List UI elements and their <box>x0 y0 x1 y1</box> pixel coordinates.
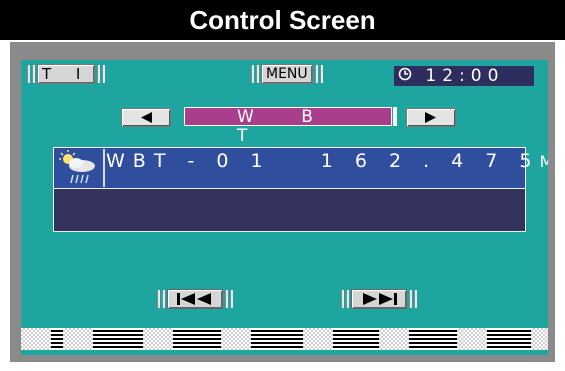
stripe-block <box>379 328 409 350</box>
stripe-block <box>531 328 548 350</box>
grip-mark <box>341 290 344 308</box>
skip-back-button[interactable] <box>157 289 233 309</box>
stripe-block <box>457 328 487 350</box>
channel-text: WBT - 0 1 1 6 2 . 4 7 5MHz <box>106 150 548 172</box>
ti-label: T I <box>37 64 96 84</box>
stripe-block <box>221 328 251 350</box>
right-triangle-icon <box>425 112 436 123</box>
control-screen: T I MENU 12:00 W B T WBT - 0 1 1 6 2 . 4… <box>21 60 548 355</box>
grip-mark <box>256 65 259 83</box>
grip-mark <box>225 290 228 308</box>
band-label[interactable]: W B T <box>184 107 397 146</box>
band-prev-button[interactable] <box>121 108 171 127</box>
grip-mark <box>32 65 35 83</box>
clock-time: 12:00 <box>425 66 505 86</box>
station-name: WBT - 0 1 <box>106 150 271 172</box>
stripe-block <box>63 328 93 350</box>
grip-mark <box>409 290 412 308</box>
ti-button[interactable]: T I <box>27 64 106 84</box>
info-panel <box>53 188 526 232</box>
clock-icon <box>398 66 417 86</box>
grip-mark <box>97 65 101 83</box>
grip-mark <box>314 65 318 83</box>
menu-label: MENU <box>261 64 313 84</box>
stripe-block <box>303 328 333 350</box>
grip-mark <box>251 65 254 83</box>
grip-mark <box>346 290 349 308</box>
weather-sun-cloud-rain-icon <box>55 149 105 187</box>
grip-mark <box>319 65 323 83</box>
grip-mark <box>414 290 417 308</box>
grip-mark <box>230 290 233 308</box>
skip-forward-icon <box>351 289 407 309</box>
grip-mark <box>27 65 30 83</box>
grip-mark <box>157 290 160 308</box>
title-bar: Control Screen <box>0 0 565 40</box>
channel-row[interactable]: WBT - 0 1 1 6 2 . 4 7 5MHz <box>53 147 548 189</box>
skip-back-icon <box>167 289 223 309</box>
clock-display: 12:00 <box>394 66 534 86</box>
skip-forward-button[interactable] <box>341 289 417 309</box>
stripe-block <box>143 328 173 350</box>
stripe-block <box>21 328 51 350</box>
grip-mark <box>162 290 165 308</box>
frequency-value: 1 6 2 . 4 7 5 <box>320 150 540 172</box>
bottom-stripe <box>21 328 548 350</box>
left-triangle-icon <box>141 112 152 123</box>
band-next-button[interactable] <box>406 108 456 127</box>
grip-mark <box>102 65 106 83</box>
frequency-unit: MHz <box>539 152 549 171</box>
menu-button[interactable]: MENU <box>251 64 323 84</box>
page-title: Control Screen <box>189 5 376 35</box>
